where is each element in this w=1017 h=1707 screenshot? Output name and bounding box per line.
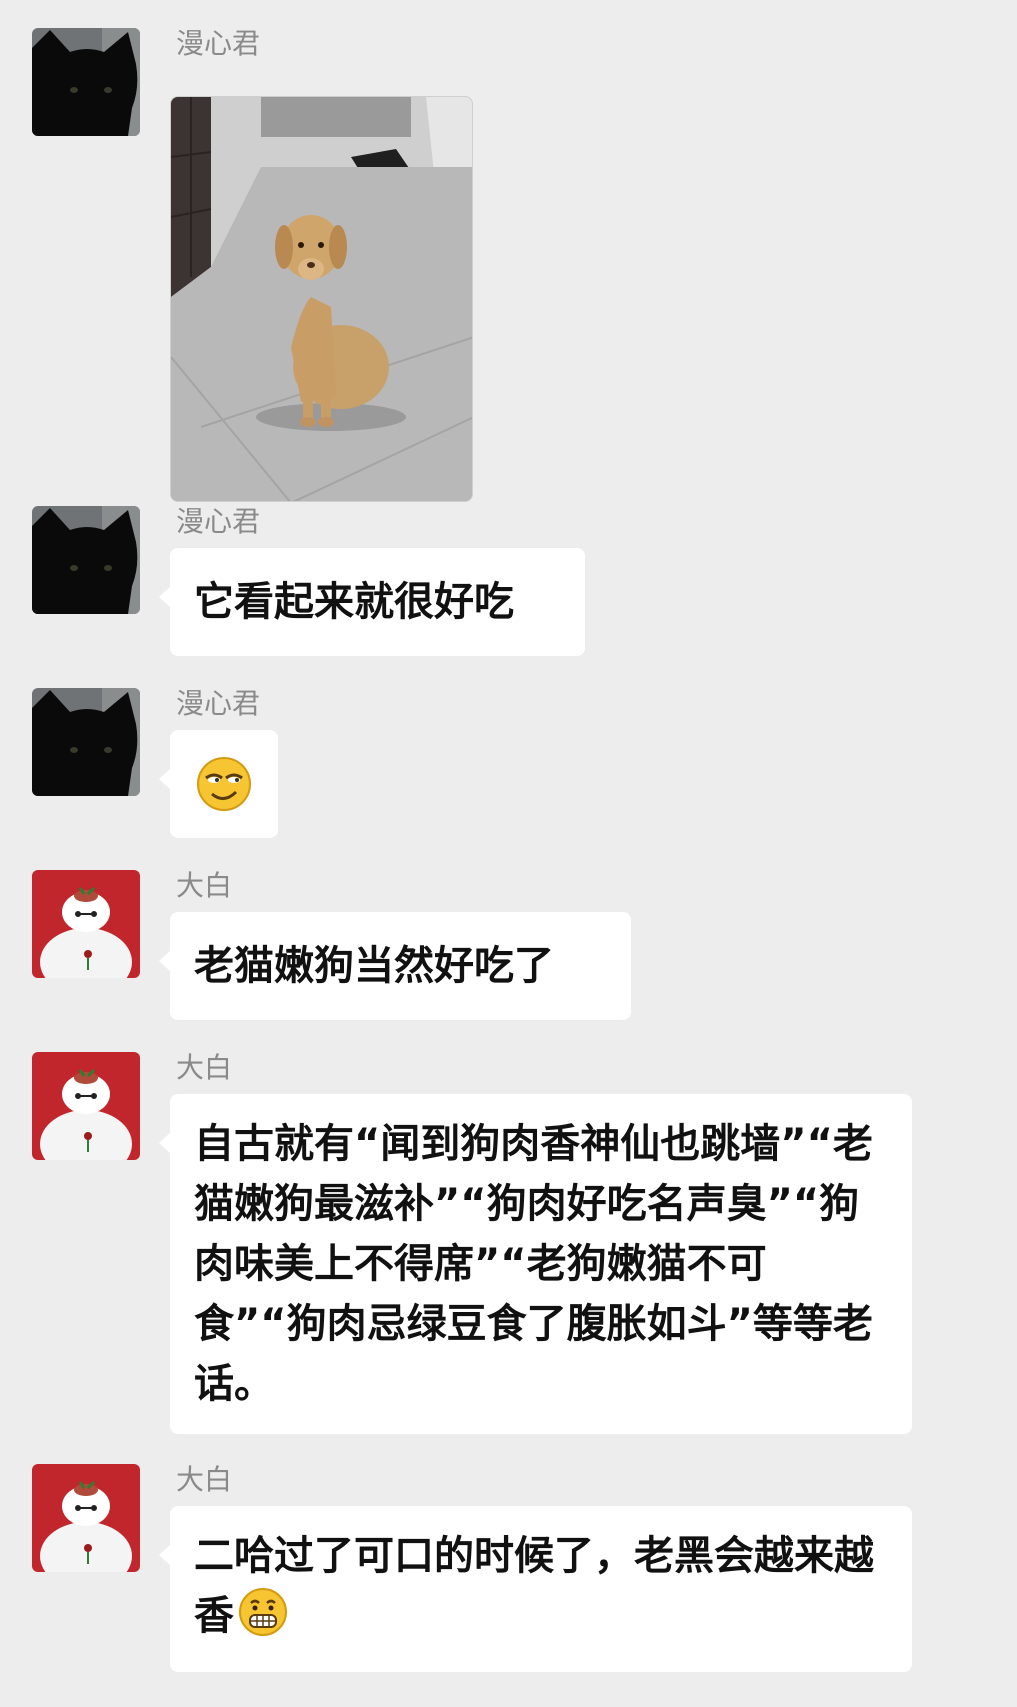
black-cat-avatar[interactable] — [32, 688, 140, 796]
message-text: 老猫嫩狗当然好吃了 — [194, 943, 554, 989]
sender-name: 漫心君 — [176, 505, 261, 538]
sender-name: 漫心君 — [176, 687, 261, 720]
message-bubble[interactable]: 自古就有“闻到狗肉香神仙也跳墙”“老猫嫩狗最滋补”“狗肉好吃名声臭”“狗肉味美上… — [159, 1094, 912, 1434]
sender-name: 漫心君 — [176, 27, 261, 60]
smirk-emoji — [197, 757, 251, 811]
grimace-emoji — [239, 1588, 287, 1636]
message-text: 自古就有“闻到狗肉香神仙也跳墙”“老猫嫩狗最滋补”“狗肉好吃名声臭”“狗肉味美上… — [194, 1121, 873, 1407]
message-text: 它看起来就很好吃 — [194, 579, 514, 625]
sender-name: 大白 — [176, 1463, 233, 1496]
message-text: 二哈过了可口的时候了，老黑会越来越香 — [194, 1526, 888, 1646]
black-cat-avatar[interactable] — [32, 28, 140, 136]
sender-name: 大白 — [176, 869, 233, 902]
sender-name: 大白 — [176, 1051, 233, 1084]
baymax-avatar[interactable] — [32, 1464, 140, 1572]
message-text-content: 二哈过了可口的时候了，老黑会越来越香 — [194, 1533, 874, 1639]
baymax-avatar[interactable] — [32, 870, 140, 978]
message-bubble[interactable]: 二哈过了可口的时候了，老黑会越来越香 — [159, 1506, 912, 1672]
message-bubble[interactable] — [159, 730, 278, 838]
message-bubble[interactable]: 它看起来就很好吃 — [159, 548, 585, 656]
puppy-photo[interactable] — [170, 96, 473, 502]
message-bubble[interactable]: 老猫嫩狗当然好吃了 — [159, 912, 631, 1020]
baymax-avatar[interactable] — [32, 1052, 140, 1160]
black-cat-avatar[interactable] — [32, 506, 140, 614]
